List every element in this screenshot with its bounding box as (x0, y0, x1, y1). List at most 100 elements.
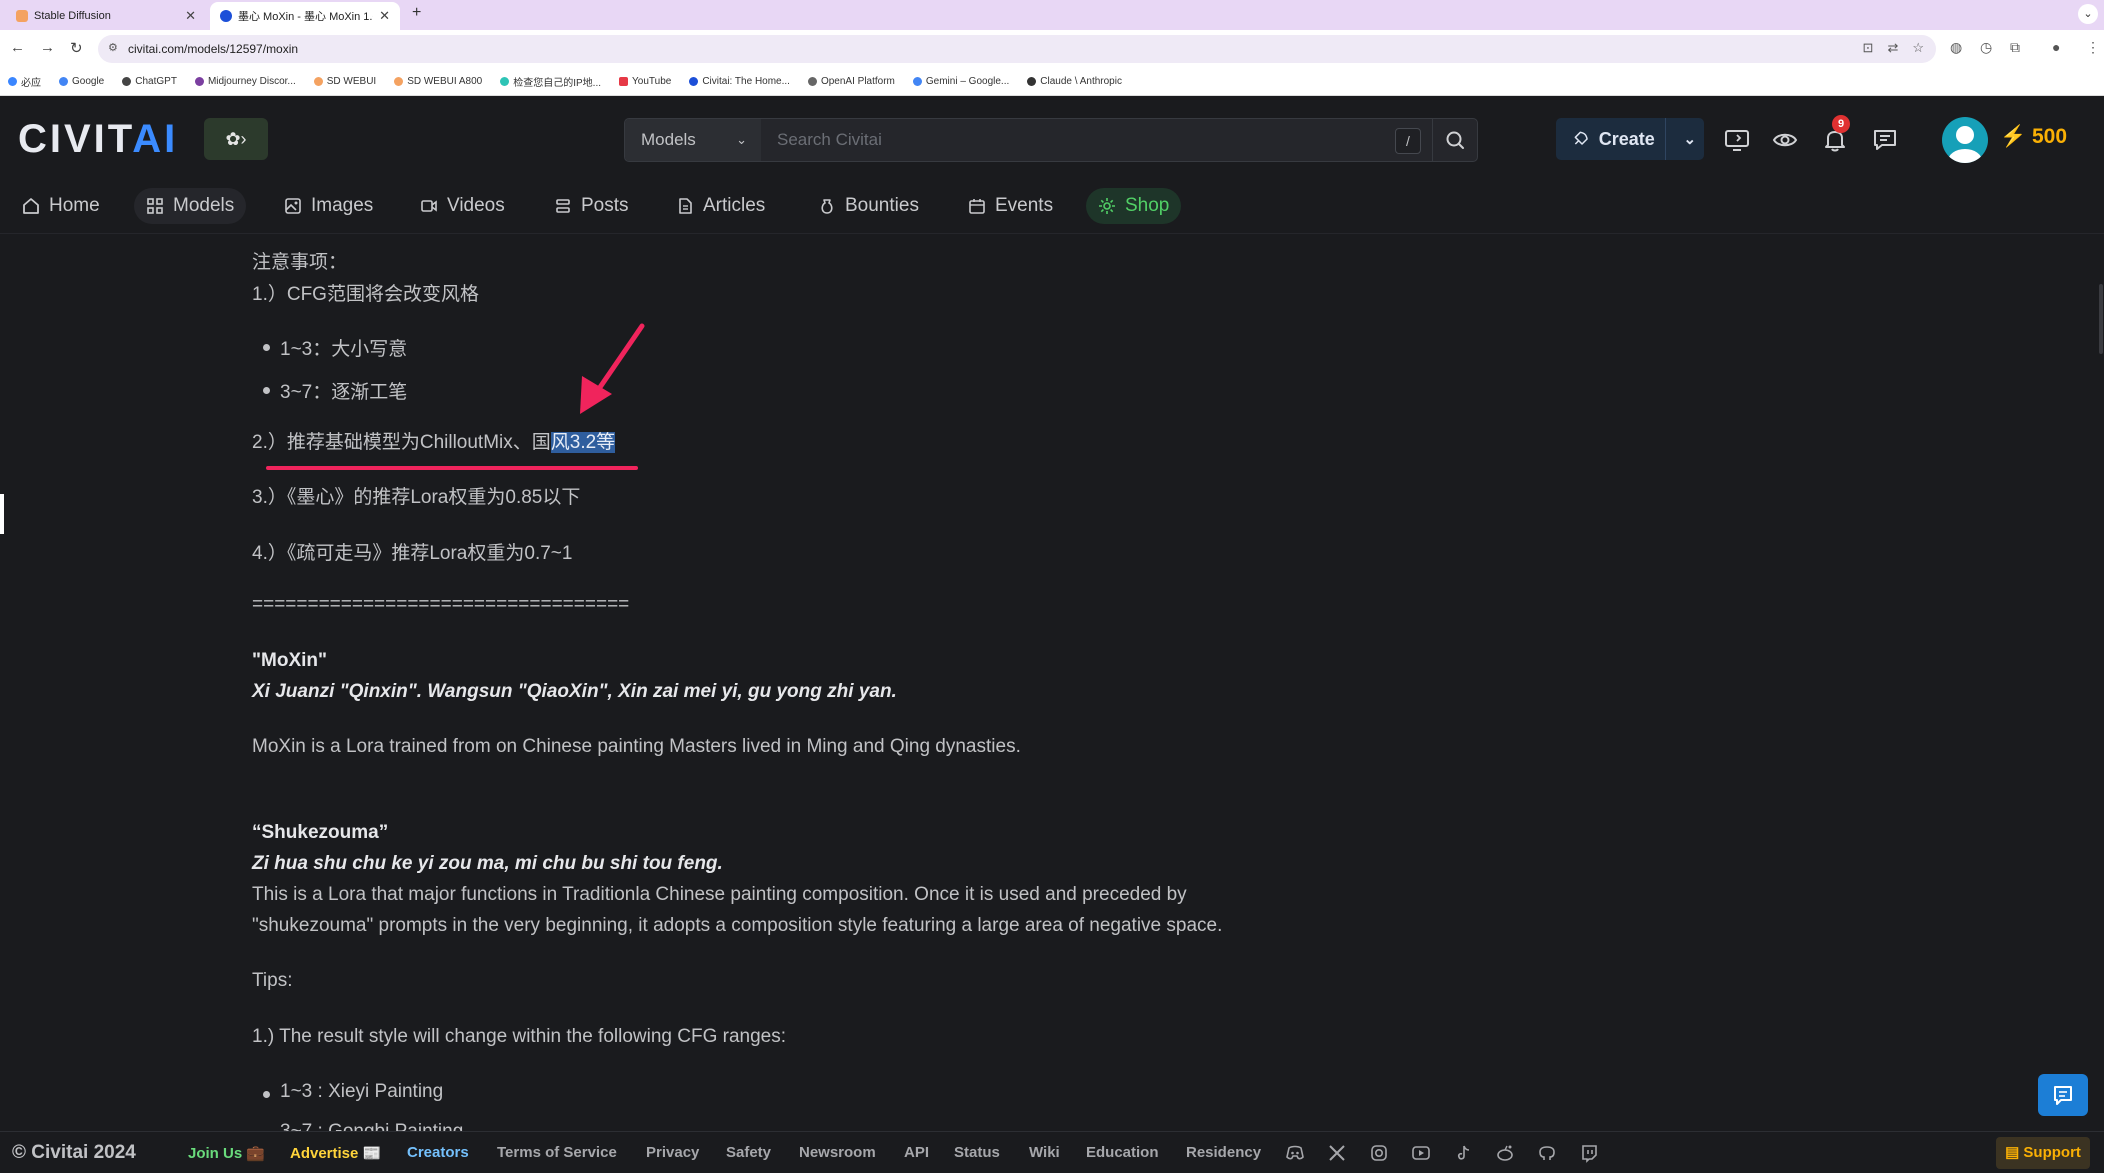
note-1: 1.）CFG范围将会改变风格 (252, 284, 479, 305)
grid-icon (147, 198, 163, 214)
footer-residency-link[interactable]: Residency (1186, 1144, 1261, 1161)
footer-api-link[interactable]: API (904, 1144, 929, 1161)
bookmark-item[interactable]: Midjourney Discor... (194, 76, 296, 87)
nav-home[interactable]: Home (10, 188, 112, 224)
shop-icon (1099, 198, 1115, 214)
twitch-icon[interactable] (1579, 1143, 1599, 1163)
bookmark-item[interactable]: Google (59, 76, 104, 87)
eye-icon[interactable] (1772, 127, 1798, 153)
bookmark-item[interactable]: Civitai: The Home... (689, 76, 790, 87)
tiktok-icon[interactable] (1453, 1143, 1473, 1163)
footer-wiki-link[interactable]: Wiki (1029, 1144, 1060, 1161)
x-twitter-icon[interactable] (1327, 1143, 1347, 1163)
extension-icon[interactable]: ◍ (1950, 39, 1962, 56)
footer-privacy-link[interactable]: Privacy (646, 1144, 699, 1161)
youtube-icon (619, 77, 629, 86)
google-icon (59, 77, 68, 86)
event-badge-icon[interactable]: ✿› (204, 118, 268, 160)
shukezouma-description: "shukezouma" prompts in the very beginni… (252, 915, 1223, 936)
nav-shop[interactable]: Shop (1086, 188, 1182, 224)
youtube-icon[interactable] (1411, 1143, 1431, 1163)
back-icon[interactable]: ← (10, 39, 25, 56)
moxin-title: "MoXin" (252, 650, 328, 671)
scrollbar-thumb[interactable] (2099, 284, 2103, 354)
feedback-chat-button[interactable] (2038, 1074, 2088, 1116)
omnibox[interactable]: ⚙ civitai.com/models/12597/moxin ⊡ ⇄ ☆ (98, 35, 1936, 63)
support-button[interactable]: ▤ Support (1996, 1137, 2090, 1169)
chevron-down-icon[interactable]: ⌄ (1676, 130, 1704, 148)
video-icon (421, 200, 437, 212)
search-button[interactable] (1432, 119, 1477, 161)
tips-heading: Tips: (252, 970, 293, 991)
bookmark-item[interactable]: 检查您自己的IP地... (500, 74, 601, 89)
civitai-favicon-icon (220, 10, 232, 22)
nav-posts[interactable]: Posts (542, 188, 641, 224)
tab-title: 墨心 MoXin - 墨心 MoXin 1.0 (238, 11, 374, 23)
footer-newsroom-link[interactable]: Newsroom (799, 1144, 876, 1161)
buzz-balance[interactable]: ⚡ 500 (2000, 125, 2067, 149)
notes-heading: 注意事项： (252, 252, 348, 273)
footer-join-us-link[interactable]: Join Us 💼 (188, 1144, 265, 1162)
browser-tab-stable-diffusion[interactable]: Stable Diffusion ✕ (6, 2, 206, 30)
history-icon[interactable]: ◷ (1980, 39, 1992, 56)
browser-tab-moxin[interactable]: 墨心 MoXin - 墨心 MoXin 1.0 ✕ (210, 2, 400, 30)
nav-bounties[interactable]: Bounties (806, 188, 931, 224)
bookmark-item[interactable]: ChatGPT (122, 76, 177, 87)
tab-search-icon[interactable]: ⌄ (2078, 4, 2098, 24)
install-app-icon[interactable]: ⊡ (1863, 40, 1874, 56)
footer-status-link[interactable]: Status (954, 1144, 1000, 1161)
tv-icon[interactable] (1724, 127, 1750, 153)
civitai-logo[interactable]: CIVITAI (18, 117, 178, 162)
new-tab-icon[interactable]: + (412, 4, 421, 22)
moxin-description: MoXin is a Lora trained from on Chinese … (252, 736, 1021, 757)
menu-kebab-icon[interactable]: ⋮ (2086, 39, 2100, 56)
ip-check-icon (500, 77, 510, 86)
nav-videos[interactable]: Videos (408, 188, 517, 224)
reddit-icon[interactable] (1495, 1143, 1515, 1163)
bookmark-item[interactable]: Gemini – Google... (912, 76, 1009, 87)
extensions-puzzle-icon[interactable]: ⧉ (2010, 39, 2020, 56)
search-icon (1446, 131, 1464, 149)
chevron-down-icon: ⌄ (736, 132, 747, 147)
footer-terms-link[interactable]: Terms of Service (497, 1144, 617, 1161)
reload-icon[interactable]: ↻ (70, 39, 83, 57)
nav-images[interactable]: Images (272, 188, 385, 224)
bookmark-star-icon[interactable]: ☆ (1912, 40, 1924, 56)
shukezouma-title: “Shukezouma” (252, 822, 389, 843)
profile-icon[interactable]: ● (2052, 39, 2060, 55)
instagram-icon[interactable] (1369, 1143, 1389, 1163)
bookmark-item[interactable]: SD WEBUI (313, 76, 376, 87)
stable-diffusion-favicon-icon (16, 10, 28, 22)
github-icon[interactable] (1537, 1143, 1557, 1163)
footer-creators-link[interactable]: Creators (407, 1144, 469, 1161)
bookmark-item[interactable]: SD WEBUI A800 (394, 76, 482, 87)
discord-icon[interactable] (1285, 1143, 1305, 1163)
nav-models[interactable]: Models (134, 188, 247, 224)
create-button[interactable]: Create ⌄ (1556, 118, 1704, 160)
bookmark-item[interactable]: OpenAI Platform (807, 76, 895, 87)
chatgpt-icon (122, 77, 132, 86)
search-input[interactable] (761, 119, 1411, 161)
url-text[interactable]: civitai.com/models/12597/moxin (128, 42, 298, 56)
footer-advertise-link[interactable]: Advertise 📰 (290, 1144, 381, 1162)
copyright: © Civitai 2024 (12, 1142, 136, 1163)
bookmark-item[interactable]: 必应 (8, 74, 41, 89)
shukezouma-quote: Zi hua shu chu ke yi zou ma, mi chu bu s… (252, 853, 723, 874)
posts-icon (556, 199, 570, 213)
note-3: 3.）《墨心》的推荐Lora权重为0.85以下 (252, 487, 581, 508)
user-avatar[interactable] (1942, 117, 1988, 163)
nav-articles[interactable]: Articles (664, 188, 777, 224)
close-tab-icon[interactable]: ✕ (185, 8, 196, 24)
bookmark-item[interactable]: Claude \ Anthropic (1027, 76, 1122, 87)
page-edge-marker (0, 494, 4, 534)
translate-icon[interactable]: ⇄ (1887, 40, 1898, 56)
search-category-select[interactable]: Models ⌄ (625, 119, 761, 161)
site-info-icon[interactable]: ⚙ (108, 41, 118, 54)
forward-icon[interactable]: → (40, 39, 55, 56)
chat-icon[interactable] (1872, 127, 1898, 153)
close-tab-icon[interactable]: ✕ (379, 8, 390, 24)
footer-safety-link[interactable]: Safety (726, 1144, 771, 1161)
bookmark-item[interactable]: YouTube (619, 76, 671, 87)
footer-education-link[interactable]: Education (1086, 1144, 1159, 1161)
nav-events[interactable]: Events (956, 188, 1065, 224)
